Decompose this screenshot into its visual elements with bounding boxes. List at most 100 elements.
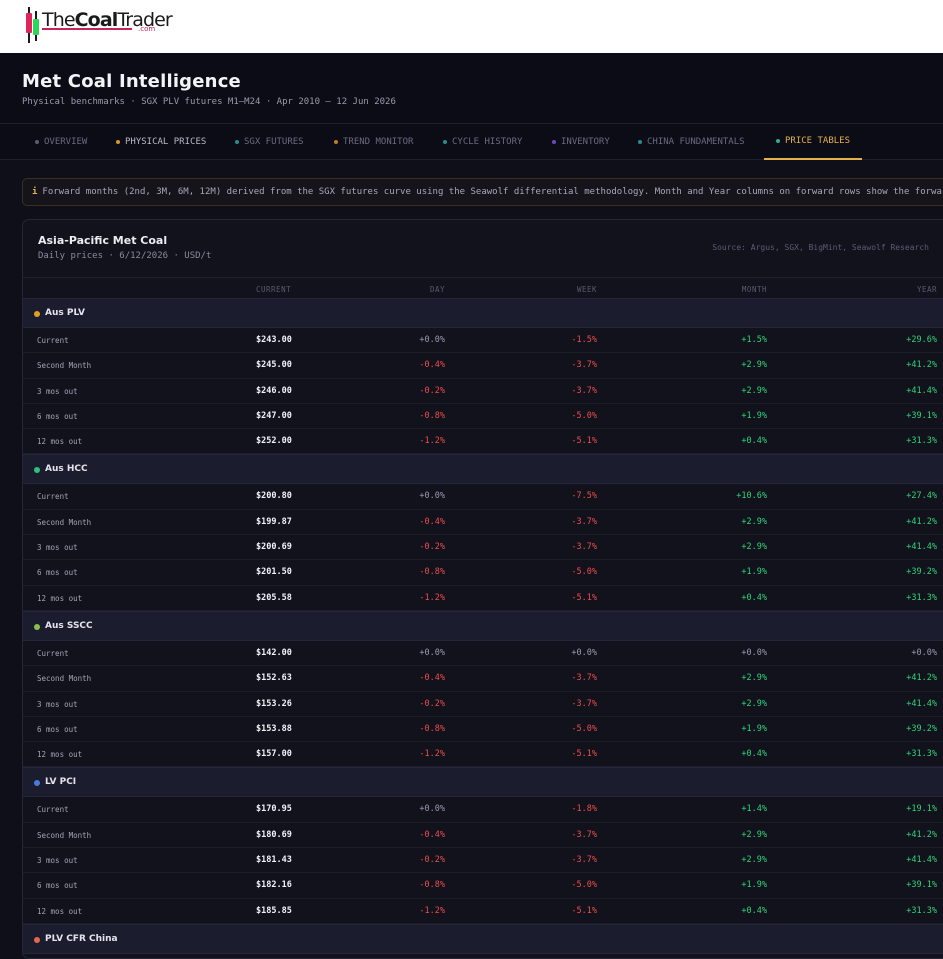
group-header: Aus HCC — [23, 454, 943, 485]
row-month: +1.4% — [741, 804, 767, 815]
row-label: 6 mos out — [37, 724, 78, 734]
info-icon: i — [32, 187, 38, 197]
tab-physical-prices[interactable]: PHYSICAL PRICES — [116, 124, 206, 160]
row-year: +31.3% — [906, 436, 937, 447]
brand-underline — [42, 28, 132, 30]
row-current: $247.00 — [256, 410, 292, 421]
row-year: +41.2% — [906, 673, 937, 684]
group-dot-icon — [34, 780, 40, 787]
row-current: $200.80 — [256, 491, 292, 502]
row-current: $181.43 — [256, 855, 292, 866]
table-row: 6 mos out $247.00 -0.8% -5.0% +1.9% +39.1% — [23, 404, 943, 430]
row-label: 6 mos out — [37, 411, 78, 421]
row-month: +2.9% — [741, 516, 767, 527]
tab-cycle-history[interactable]: CYCLE HISTORY — [443, 124, 522, 160]
row-current: $180.69 — [256, 829, 292, 840]
row-day: -1.2% — [419, 592, 445, 603]
notice-text: Forward months (2nd, 3M, 6M, 12M) derive… — [42, 187, 943, 197]
tab-china-fundamentals[interactable]: CHINA FUNDAMENTALS — [638, 124, 745, 160]
tab-label: OVERVIEW — [44, 137, 88, 147]
table-row: 6 mos out $201.50 -0.8% -5.0% +1.9% +39.2% — [23, 560, 943, 586]
group-label: Aus PLV — [45, 308, 85, 318]
row-current: $205.58 — [256, 592, 292, 603]
table-body: Aus PLV Current $243.00 +0.0% -1.5% +1.5% +29.… — [23, 298, 943, 954]
row-current: $246.00 — [256, 385, 292, 396]
group-label: Aus HCC — [45, 464, 88, 475]
tab-price-tables[interactable]: PRICE TABLES — [764, 124, 863, 160]
row-current: $185.85 — [256, 905, 292, 916]
row-week: -5.1% — [571, 749, 597, 760]
row-month: +1.5% — [741, 335, 767, 345]
row-label: Second Month — [37, 674, 92, 684]
row-day: -0.8% — [419, 723, 445, 734]
row-week: -3.7% — [571, 829, 597, 840]
row-current: $201.50 — [256, 567, 292, 578]
row-label: 3 mos out — [37, 543, 78, 553]
table-row: Current $142.00 +0.0% +0.0% +0.0% +0.0% — [23, 641, 943, 667]
table-row: 3 mos out $200.69 -0.2% -3.7% +2.9% +41.4% — [23, 535, 943, 561]
tab-overview[interactable]: OVERVIEW — [35, 124, 87, 160]
row-label: 3 mos out — [37, 856, 78, 866]
row-label: Second Month — [37, 361, 92, 371]
group-header: Aus SSCC — [23, 610, 943, 641]
group-header: LV PCI — [23, 767, 943, 798]
row-current: $199.87 — [256, 516, 292, 527]
row-current: $157.00 — [256, 749, 292, 760]
row-year: +41.2% — [906, 516, 937, 527]
row-week: -5.0% — [571, 410, 597, 421]
tab-inventory[interactable]: INVENTORY — [552, 124, 610, 160]
row-label: 6 mos out — [37, 881, 78, 891]
table-row: 12 mos out $185.85 -1.2% -5.1% +0.4% +31.3% — [23, 899, 943, 924]
row-current: $142.00 — [256, 647, 292, 658]
row-label: Current — [37, 336, 69, 345]
row-day: -1.2% — [419, 905, 445, 916]
tab-bar: OVERVIEW PHYSICAL PRICES SGX FUTURES TRE… — [0, 123, 943, 160]
table-row: Second Month $245.00 -0.4% -3.7% +2.9% +41.2% — [23, 353, 943, 379]
row-day: -0.4% — [419, 829, 445, 840]
group-label: LV PCI — [45, 777, 77, 788]
tab-dot-icon — [35, 140, 39, 144]
table-row: 12 mos out $252.00 -1.2% -5.1% +0.4% +31.3% — [23, 429, 943, 455]
tab-sgx-futures[interactable]: SGX FUTURES — [235, 124, 304, 160]
group-label: Aus SSCC — [45, 620, 93, 631]
row-label: 6 mos out — [37, 568, 78, 578]
row-label: Second Month — [37, 517, 92, 527]
tab-trend-monitor[interactable]: TREND MONITOR — [334, 124, 413, 160]
col-current: CURRENT — [256, 285, 292, 294]
col-month: MONTH — [741, 285, 767, 294]
row-week: -3.7% — [571, 516, 597, 527]
page-title: Met Coal Intelligence — [22, 71, 241, 92]
row-year: +41.4% — [906, 385, 937, 396]
row-day: -0.2% — [419, 385, 445, 396]
row-week: -3.7% — [571, 542, 597, 553]
table-row: Second Month $199.87 -0.4% -3.7% +2.9% +41.2% — [23, 510, 943, 536]
panel-subtitle: Daily prices · 6/12/2026 · USD/t — [38, 251, 212, 261]
row-day: -1.2% — [419, 749, 445, 760]
row-label: 3 mos out — [37, 386, 78, 396]
row-current: $200.69 — [256, 542, 292, 553]
row-month: +1.9% — [741, 880, 767, 891]
row-year: +41.2% — [906, 829, 937, 840]
tab-dot-icon — [552, 140, 556, 144]
row-week: -1.5% — [571, 335, 597, 345]
group-dot-icon — [34, 311, 40, 317]
row-month: +0.4% — [741, 592, 767, 603]
row-year: +31.3% — [906, 749, 937, 760]
row-label: 12 mos out — [37, 906, 83, 916]
table-row: 6 mos out $153.88 -0.8% -5.0% +1.9% +39.2% — [23, 717, 943, 743]
row-month: +2.9% — [741, 360, 767, 371]
row-year: +19.1% — [906, 804, 937, 815]
tab-dot-icon — [776, 139, 780, 143]
row-month: +10.6% — [736, 491, 767, 502]
row-current: $252.00 — [256, 436, 292, 447]
row-month: +0.4% — [741, 749, 767, 760]
col-week: WEEK — [576, 285, 597, 294]
row-year: +39.2% — [906, 723, 937, 734]
methodology-notice: i Forward months (2nd, 3M, 6M, 12M) deri… — [22, 178, 943, 206]
row-current: $182.16 — [256, 880, 292, 891]
row-month: +1.9% — [741, 410, 767, 421]
row-current: $153.88 — [256, 723, 292, 734]
row-month: +1.9% — [741, 723, 767, 734]
row-label: Current — [37, 805, 69, 815]
row-label: 12 mos out — [37, 750, 83, 760]
